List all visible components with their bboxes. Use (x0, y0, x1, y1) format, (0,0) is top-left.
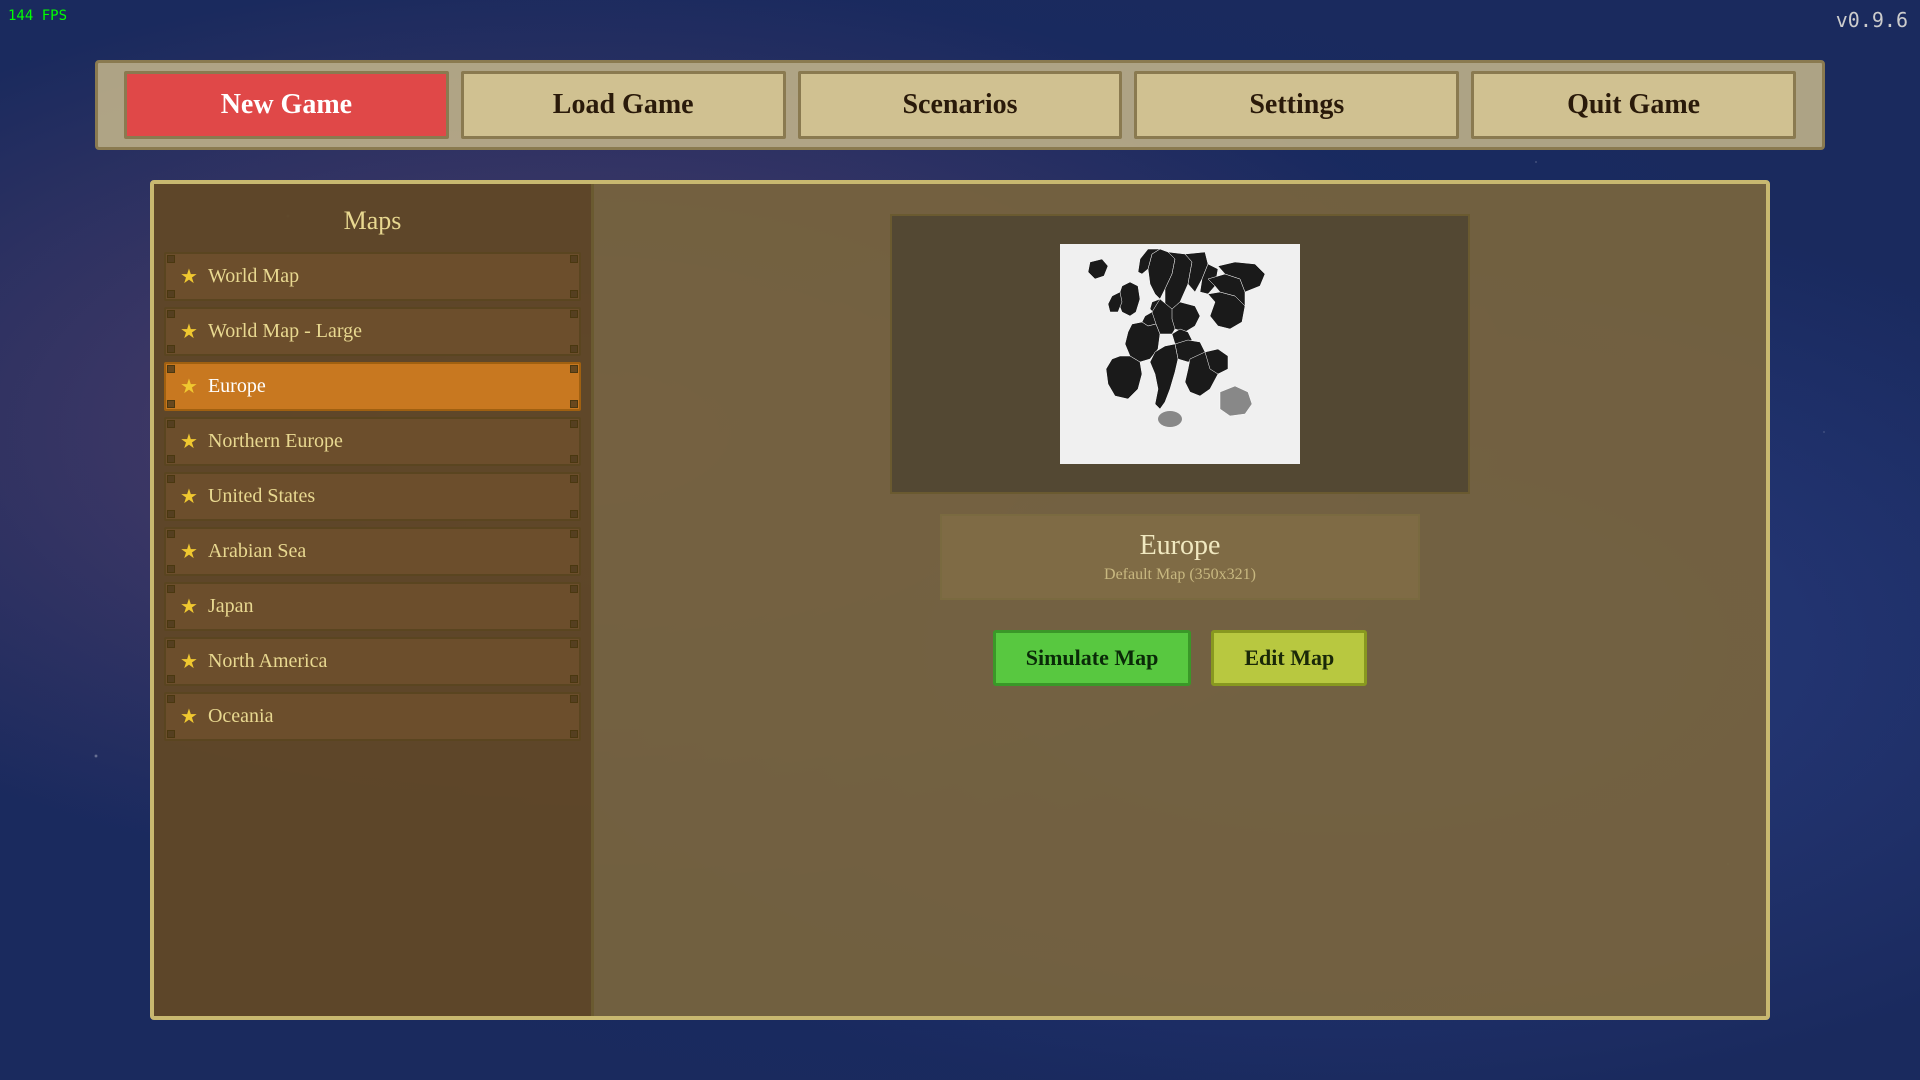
map-star-icon: ★ (180, 264, 198, 289)
map-list-item-north-america[interactable]: ★ North America (164, 637, 581, 686)
simulate-map-button[interactable]: Simulate Map (993, 630, 1192, 686)
load-game-button[interactable]: Load Game (461, 71, 786, 139)
map-star-icon: ★ (180, 484, 198, 509)
europe-map-image (1060, 244, 1300, 464)
maps-panel-title: Maps (164, 194, 581, 252)
map-info-sub: Default Map (350x321) (962, 566, 1398, 584)
settings-button[interactable]: Settings (1134, 71, 1459, 139)
map-star-icon: ★ (180, 704, 198, 729)
map-info-name: Europe (962, 530, 1398, 562)
new-game-wrap: New Game (124, 71, 449, 139)
map-item-label: Europe (208, 375, 266, 398)
map-list-item-japan[interactable]: ★ Japan (164, 582, 581, 631)
map-star-icon: ★ (180, 374, 198, 399)
map-item-label: World Map - Large (208, 320, 362, 343)
map-star-icon: ★ (180, 319, 198, 344)
version-label: v0.9.6 (1836, 8, 1908, 32)
map-item-label: North America (208, 650, 327, 673)
map-list-item-world-map-large[interactable]: ★ World Map - Large (164, 307, 581, 356)
quit-game-wrap: Quit Game (1471, 71, 1796, 139)
map-detail-panel: Europe Default Map (350x321) Simulate Ma… (594, 184, 1766, 1016)
maps-list-panel: Maps ★ World Map ★ World Map - Large ★ E… (154, 184, 594, 1016)
map-list-item-oceania[interactable]: ★ Oceania (164, 692, 581, 741)
map-item-label: World Map (208, 265, 299, 288)
map-action-buttons: Simulate Map Edit Map (993, 630, 1367, 686)
new-game-button[interactable]: New Game (124, 71, 449, 139)
map-info-box: Europe Default Map (350x321) (940, 514, 1420, 600)
top-nav-bar: New Game Load Game Scenarios Settings Qu… (95, 60, 1825, 150)
maps-list: ★ World Map ★ World Map - Large ★ Europe… (164, 252, 581, 1006)
map-list-item-arabian-sea[interactable]: ★ Arabian Sea (164, 527, 581, 576)
fps-counter: 144 FPS (8, 8, 67, 24)
map-item-label: United States (208, 485, 315, 508)
map-star-icon: ★ (180, 539, 198, 564)
map-star-icon: ★ (180, 649, 198, 674)
scenarios-wrap: Scenarios (798, 71, 1123, 139)
map-list-item-europe[interactable]: ★ Europe (164, 362, 581, 411)
edit-map-button[interactable]: Edit Map (1211, 630, 1367, 686)
quit-game-button[interactable]: Quit Game (1471, 71, 1796, 139)
map-list-item-united-states[interactable]: ★ United States (164, 472, 581, 521)
map-preview-area (890, 214, 1470, 494)
map-item-label: Oceania (208, 705, 274, 728)
scenarios-button[interactable]: Scenarios (798, 71, 1123, 139)
map-star-icon: ★ (180, 594, 198, 619)
map-item-label: Northern Europe (208, 430, 343, 453)
load-game-wrap: Load Game (461, 71, 786, 139)
map-item-label: Arabian Sea (208, 540, 306, 563)
map-list-item-world-map[interactable]: ★ World Map (164, 252, 581, 301)
map-item-label: Japan (208, 595, 254, 618)
map-list-item-northern-europe[interactable]: ★ Northern Europe (164, 417, 581, 466)
main-panel: Maps ★ World Map ★ World Map - Large ★ E… (150, 180, 1770, 1020)
settings-wrap: Settings (1134, 71, 1459, 139)
map-star-icon: ★ (180, 429, 198, 454)
